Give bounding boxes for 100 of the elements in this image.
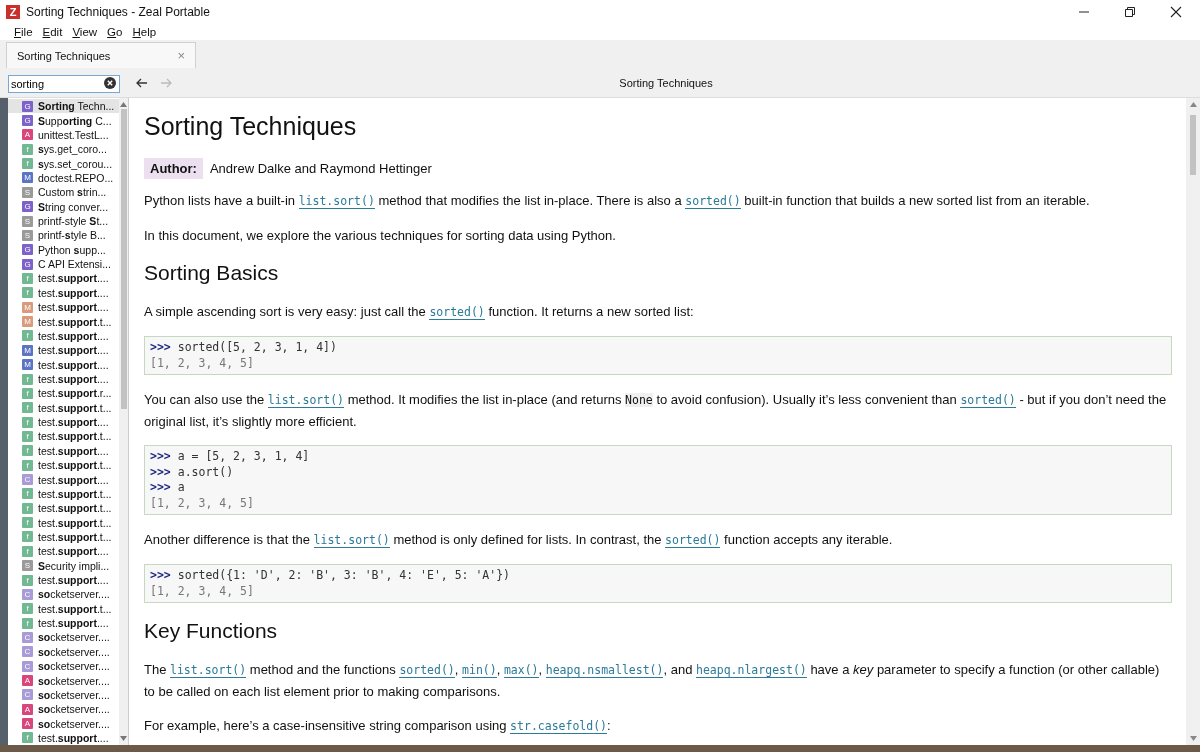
search-result-item[interactable]: f test.support.t... xyxy=(22,529,119,545)
scrollbar[interactable] xyxy=(119,98,128,745)
menu-item[interactable]: Go xyxy=(107,26,123,38)
search-result-item[interactable]: f test.support.... xyxy=(22,544,119,559)
type-badge: C xyxy=(22,660,33,672)
search-result-item[interactable]: C socketserver.... xyxy=(22,644,119,659)
search-result-item[interactable]: f test.support.... xyxy=(22,730,119,745)
search-result-item[interactable]: f test.support.... xyxy=(22,414,119,430)
search-result-item[interactable]: M test.support.... xyxy=(22,300,119,315)
search-result-item[interactable]: f test.support.t... xyxy=(22,501,119,516)
search-result-item[interactable]: f test.support.... xyxy=(22,371,119,387)
scroll-down-icon[interactable] xyxy=(120,736,127,741)
code-link[interactable]: sorted() xyxy=(960,393,1016,408)
type-badge: M xyxy=(22,301,33,313)
search-result-item[interactable]: C test.support.... xyxy=(22,472,119,487)
type-badge: f xyxy=(22,445,33,457)
scrollbar[interactable] xyxy=(1186,98,1200,745)
search-result-item[interactable]: G Sorting Techn... xyxy=(8,99,119,114)
paragraph: A simple ascending sort is very easy: just call the sorted() function. It returns a new sorted list: xyxy=(144,303,695,322)
search-result-item[interactable]: f test.support.t... xyxy=(22,458,119,473)
type-badge: G xyxy=(22,201,33,213)
type-badge: A xyxy=(22,129,33,141)
search-result-item[interactable]: f test.support.t... xyxy=(22,486,119,502)
search-result-item[interactable]: C socketserver.... xyxy=(22,587,119,602)
menu-item[interactable]: File xyxy=(14,26,33,38)
type-badge: G xyxy=(22,100,33,112)
close-tab-button[interactable]: × xyxy=(177,48,185,63)
code-link[interactable]: list.sort() xyxy=(267,393,344,408)
type-badge: f xyxy=(22,603,33,615)
search-result-item[interactable]: f test.support.... xyxy=(22,572,119,588)
close-icon[interactable] xyxy=(1170,6,1182,18)
search-result-item[interactable]: f test.support.r... xyxy=(22,386,119,401)
search-result-item[interactable]: f test.support.... xyxy=(22,328,119,344)
search-result-item[interactable]: f sys.get_coro... xyxy=(22,142,119,157)
menu-item[interactable]: Help xyxy=(132,26,157,38)
type-badge: S xyxy=(22,229,33,241)
scroll-down-icon[interactable] xyxy=(1189,736,1197,741)
search-result-item[interactable]: M doctest.REPO... xyxy=(22,170,119,186)
search-result-item[interactable]: C socketserver.... xyxy=(22,659,119,674)
search-result-item[interactable]: G C API Extensi... xyxy=(22,256,119,272)
menu-item[interactable]: Edit xyxy=(42,26,63,38)
search-result-item[interactable]: A socketserver.... xyxy=(22,702,119,717)
search-result-item[interactable]: G Supporting C... xyxy=(22,113,119,128)
restore-icon[interactable] xyxy=(1124,6,1136,18)
search-result-item[interactable]: S Custom strin... xyxy=(22,185,119,200)
back-arrow-icon[interactable] xyxy=(136,77,148,88)
page-title: Sorting Techniques xyxy=(619,76,713,89)
code-link[interactable]: sorted() xyxy=(399,663,455,678)
clear-icon[interactable] xyxy=(104,76,116,89)
search-result-item[interactable]: C socketserver.... xyxy=(22,630,119,645)
code-link[interactable]: list.sort() xyxy=(170,663,247,678)
menu-item[interactable]: View xyxy=(72,26,98,38)
search-result-item[interactable]: f test.support.... xyxy=(22,443,119,458)
section-heading: Key Functions xyxy=(144,618,279,644)
code-link[interactable]: list.sort() xyxy=(313,533,390,548)
search-result-item[interactable]: A socketserver.... xyxy=(22,673,119,688)
search-result-item[interactable]: A unittest.TestL... xyxy=(22,127,119,143)
search-result-item[interactable]: f test.support.t... xyxy=(22,429,119,444)
search-result-item[interactable]: G Python supp... xyxy=(22,242,119,257)
search-result-item[interactable]: f test.support.t... xyxy=(22,601,119,616)
search-result-item[interactable]: f test.support.... xyxy=(22,615,119,631)
search-result-item[interactable]: S printf-style St... xyxy=(22,213,119,229)
type-badge: f xyxy=(22,732,33,744)
search-field[interactable]: sorting xyxy=(8,74,120,93)
code-link[interactable]: sorted() xyxy=(665,533,721,548)
search-result-item[interactable]: A socketserver.... xyxy=(22,716,119,731)
paragraph: Another difference is that the list.sort() method is only defined for lists. In contrast, the sorted() function accepts any iterable. xyxy=(144,531,894,550)
code-link[interactable]: heapq.nsmallest() xyxy=(545,663,664,678)
code-link[interactable]: heapq.nlargest() xyxy=(696,663,807,678)
search-result-item[interactable]: C socketserver.... xyxy=(22,687,119,703)
scroll-up-icon[interactable] xyxy=(1189,102,1197,107)
search-result-item[interactable]: S printf-style B... xyxy=(22,228,119,243)
type-badge: G xyxy=(22,258,33,270)
code-link[interactable]: str.casefold() xyxy=(510,719,608,734)
code-link[interactable]: max() xyxy=(503,663,539,678)
search-result-item[interactable]: f test.support.t... xyxy=(22,515,119,530)
document-tab[interactable]: Sorting Techniques × xyxy=(6,42,196,68)
search-result-item[interactable]: S Security impli... xyxy=(22,558,119,573)
search-result-item[interactable]: f test.support.... xyxy=(22,285,119,301)
search-result-item[interactable]: f sys.set_corou... xyxy=(22,156,119,171)
type-badge: f xyxy=(22,143,33,155)
code-link[interactable]: sorted() xyxy=(685,194,741,209)
search-result-item[interactable]: M test.support.... xyxy=(22,357,119,372)
type-badge: C xyxy=(22,689,33,701)
search-result-item[interactable]: M test.support.t... xyxy=(22,314,119,329)
search-result-item[interactable]: M test.support.... xyxy=(22,343,119,358)
search-result-item[interactable]: f test.support.t... xyxy=(22,400,119,415)
type-badge: S xyxy=(22,560,33,572)
search-result-item[interactable]: G String conver... xyxy=(22,199,119,214)
search-result-item[interactable]: f test.support.... xyxy=(22,271,119,286)
code-link[interactable]: sorted() xyxy=(429,305,485,320)
type-badge: f xyxy=(22,574,33,586)
scroll-up-icon[interactable] xyxy=(120,102,127,107)
type-badge: G xyxy=(22,115,33,127)
paragraph: The list.sort() method and the functions sorted(), min(), max(), heapq.nsmallest(), and heapq.nlargest() have a key parameter to specify a function (or other callable) to be called on each list element prior to making comparisons. xyxy=(144,661,1161,701)
type-badge: f xyxy=(22,545,33,557)
code-link[interactable]: min() xyxy=(462,663,497,678)
code-link[interactable]: list.sort() xyxy=(298,194,375,209)
type-badge: M xyxy=(22,359,33,371)
app-logo-icon: Z xyxy=(6,5,20,19)
